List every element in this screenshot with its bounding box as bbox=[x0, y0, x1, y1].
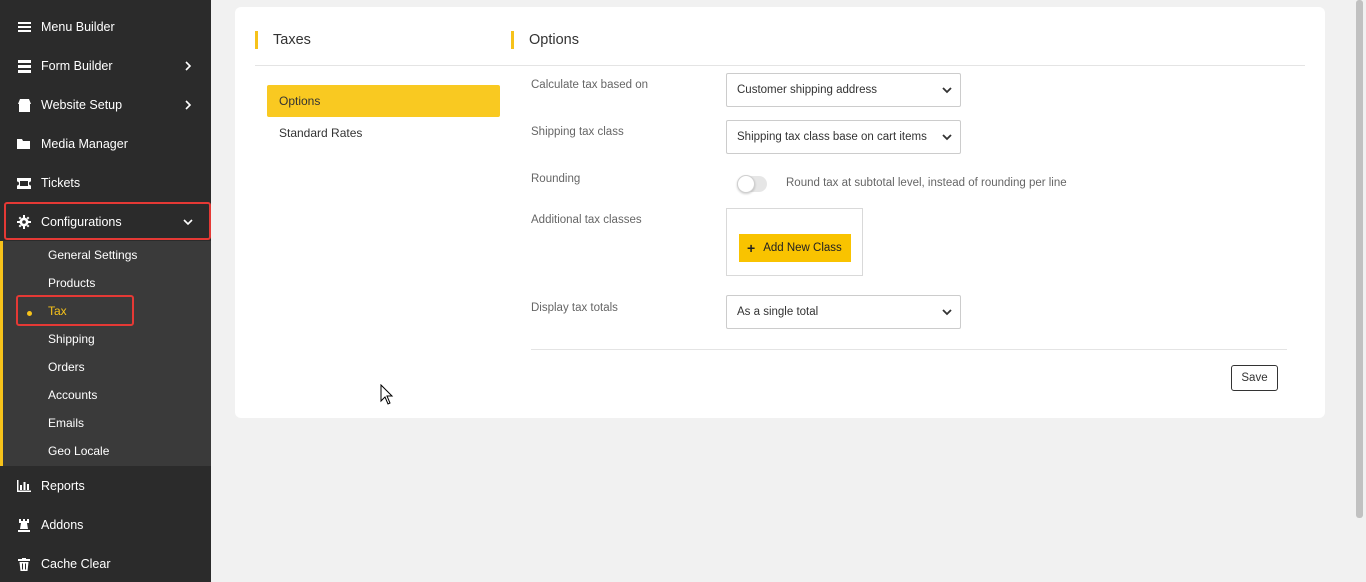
form-divider bbox=[531, 349, 1287, 350]
page-scrollbar[interactable] bbox=[1353, 0, 1366, 582]
sidebar-item-form-builder[interactable]: Form Builder bbox=[0, 47, 211, 85]
bar-chart-icon bbox=[17, 479, 31, 493]
sidebar-item-label: Configurations bbox=[41, 215, 122, 229]
sidebar-item-configurations[interactable]: Configurations bbox=[0, 203, 211, 241]
ticket-icon bbox=[17, 176, 31, 190]
submenu-item-products[interactable]: Products bbox=[48, 273, 95, 293]
display-tax-totals-value: As a single total bbox=[737, 306, 819, 318]
sidebar-item-cache-clear[interactable]: Cache Clear bbox=[0, 545, 211, 582]
taxes-title: Taxes bbox=[255, 31, 311, 49]
chess-rook-icon bbox=[17, 518, 31, 532]
tab-options[interactable]: Options bbox=[267, 85, 500, 117]
additional-tax-classes-label: Additional tax classes bbox=[531, 214, 642, 226]
sidebar-item-label: Cache Clear bbox=[41, 557, 111, 571]
chevron-down-icon bbox=[942, 85, 952, 95]
sidebar-item-label: Tickets bbox=[41, 176, 81, 190]
submenu-item-emails[interactable]: Emails bbox=[48, 413, 84, 433]
sidebar-item-label: Form Builder bbox=[41, 59, 113, 73]
add-new-class-button[interactable]: + Add New Class bbox=[739, 234, 851, 262]
scrollbar-thumb[interactable] bbox=[1356, 0, 1363, 518]
sidebar-item-label: Website Setup bbox=[41, 98, 123, 112]
sidebar-item-label: Reports bbox=[41, 479, 85, 493]
add-new-class-label: Add New Class bbox=[763, 242, 842, 254]
sidebar-item-reports[interactable]: Reports bbox=[0, 467, 211, 505]
submenu-item-shipping[interactable]: Shipping bbox=[48, 329, 95, 349]
sidebar-item-menu-builder[interactable]: Menu Builder bbox=[0, 8, 211, 46]
rounding-label: Rounding bbox=[531, 173, 581, 185]
chevron-down-icon bbox=[183, 217, 193, 227]
plus-icon: + bbox=[747, 240, 756, 256]
sidebar: Menu Builder Form Builder Website Setup … bbox=[0, 0, 211, 582]
sidebar-item-tickets[interactable]: Tickets bbox=[0, 164, 211, 202]
submenu-item-general-settings[interactable]: General Settings bbox=[48, 245, 137, 265]
tax-settings-card: Taxes Options Options Standard Rates Cal… bbox=[235, 7, 1325, 418]
submenu-item-geo-locale[interactable]: Geo Locale bbox=[48, 441, 109, 461]
chevron-down-icon bbox=[942, 307, 952, 317]
calc-tax-value: Customer shipping address bbox=[737, 84, 877, 96]
folder-icon bbox=[17, 137, 31, 151]
save-button[interactable]: Save bbox=[1231, 365, 1278, 391]
list-icon bbox=[17, 59, 31, 73]
shipping-tax-class-label: Shipping tax class bbox=[531, 126, 624, 138]
display-tax-totals-label: Display tax totals bbox=[531, 302, 618, 314]
sidebar-item-label: Media Manager bbox=[41, 137, 128, 151]
sidebar-item-label: Addons bbox=[41, 518, 84, 532]
sidebar-item-addons[interactable]: Addons bbox=[0, 506, 211, 544]
chevron-down-icon bbox=[942, 132, 952, 142]
rounding-description: Round tax at subtotal level, instead of … bbox=[786, 177, 1067, 189]
header-divider bbox=[255, 65, 1305, 66]
calc-tax-label: Calculate tax based on bbox=[531, 79, 648, 91]
toggle-knob bbox=[737, 175, 755, 193]
submenu-item-accounts[interactable]: Accounts bbox=[48, 385, 97, 405]
submenu-item-orders[interactable]: Orders bbox=[48, 357, 85, 377]
menu-icon bbox=[17, 20, 31, 34]
rounding-toggle[interactable] bbox=[737, 175, 767, 193]
sidebar-item-website-setup[interactable]: Website Setup bbox=[0, 86, 211, 124]
display-tax-totals-select[interactable]: As a single total bbox=[726, 295, 961, 329]
chevron-right-icon bbox=[183, 100, 193, 110]
sidebar-item-label: Menu Builder bbox=[41, 20, 115, 34]
calc-tax-select[interactable]: Customer shipping address bbox=[726, 73, 961, 107]
options-title: Options bbox=[511, 31, 579, 49]
gear-icon bbox=[17, 215, 31, 229]
shipping-tax-class-select[interactable]: Shipping tax class base on cart items bbox=[726, 120, 961, 154]
configurations-submenu bbox=[0, 241, 211, 466]
tab-standard-rates[interactable]: Standard Rates bbox=[267, 117, 500, 149]
submenu-item-tax[interactable]: Tax bbox=[48, 301, 67, 321]
chevron-right-icon bbox=[183, 61, 193, 71]
sidebar-item-media-manager[interactable]: Media Manager bbox=[0, 125, 211, 163]
shipping-tax-class-value: Shipping tax class base on cart items bbox=[737, 131, 927, 143]
trash-icon bbox=[17, 557, 31, 571]
active-dot-icon bbox=[27, 311, 32, 316]
additional-tax-classes-box: + Add New Class bbox=[726, 208, 863, 276]
store-icon bbox=[17, 98, 31, 112]
